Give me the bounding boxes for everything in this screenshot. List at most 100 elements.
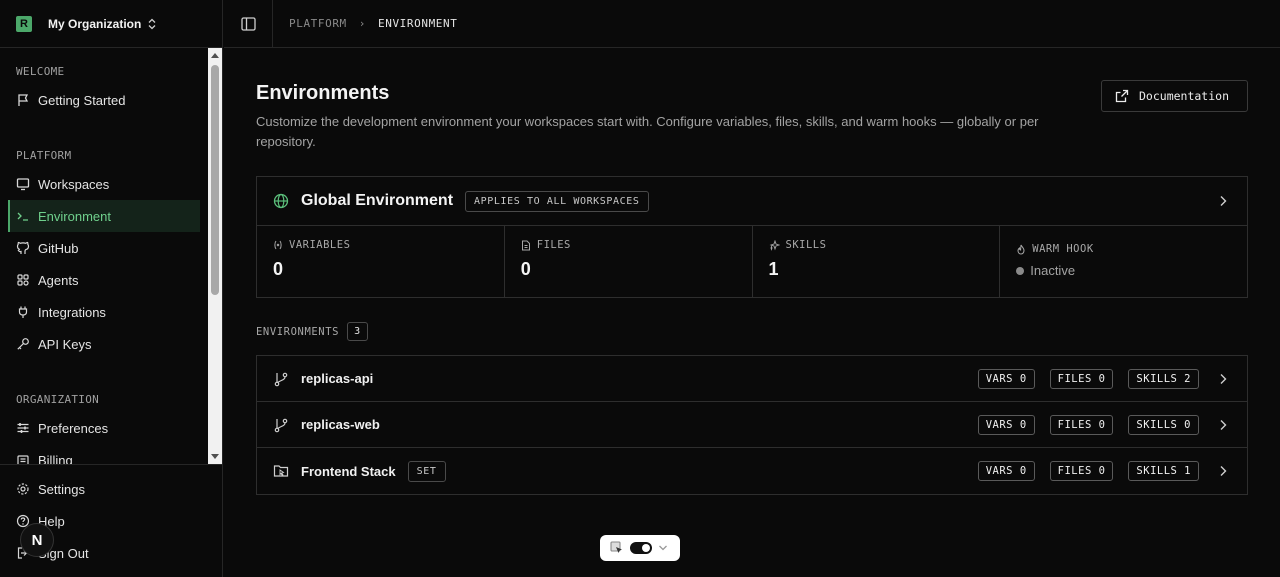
gear-icon xyxy=(17,483,29,495)
environments-list: replicas-api VARS 0 FILES 0 SKILLS 2 rep… xyxy=(256,355,1248,495)
org-logo: R xyxy=(16,15,32,32)
vars-badge: VARS 0 xyxy=(977,414,1035,435)
stat-label-text: VARIABLES xyxy=(289,239,351,251)
status-dot-icon xyxy=(1016,266,1025,275)
files-badge: FILES 0 xyxy=(1049,414,1114,435)
sidebar-item-label: Environment xyxy=(38,208,111,224)
skills-badge: SKILLS 0 xyxy=(1128,414,1199,435)
sidebar-item-label: Getting Started xyxy=(38,92,126,108)
stat-value-skills: 1 xyxy=(768,259,779,279)
sidebar-item-billing[interactable]: Billing xyxy=(8,444,200,464)
sidebar-item-label: Billing xyxy=(38,452,73,465)
stat-label-text: SKILLS xyxy=(785,239,827,251)
terminal-icon xyxy=(17,212,28,221)
plug-icon xyxy=(18,306,28,318)
environment-row[interactable]: replicas-api VARS 0 FILES 0 SKILLS 2 xyxy=(257,356,1247,402)
sidebar-toggle-button[interactable] xyxy=(224,0,273,48)
chevron-right-icon[interactable] xyxy=(1219,195,1227,207)
page-title: Environments xyxy=(256,82,390,104)
stat-label-text: WARM HOOK xyxy=(1032,243,1094,255)
sidebar-scrollbar[interactable] xyxy=(208,48,222,464)
environment-name: replicas-api xyxy=(301,371,374,386)
scrollbar-thumb[interactable] xyxy=(211,65,219,295)
github-icon xyxy=(16,241,30,254)
flame-icon xyxy=(1017,244,1025,255)
stat-label-warm-hook: WARM HOOK xyxy=(1016,243,1231,255)
global-environment-title: Global Environment xyxy=(301,192,454,209)
skills-badge: SKILLS 2 xyxy=(1128,368,1199,389)
files-badge: FILES 0 xyxy=(1049,461,1114,481)
sidebar-item-label: Settings xyxy=(38,481,85,497)
applies-badge: APPLIES TO ALL WORKSPACES xyxy=(465,190,649,212)
sidebar-item-label: Agents xyxy=(38,272,79,288)
sidebar-item-label: API Keys xyxy=(38,336,92,352)
stat-skills: SKILLS 1 xyxy=(753,226,1001,297)
environments-label-text: ENVIRONMENTS xyxy=(256,325,340,338)
breadcrumb-parent[interactable]: PLATFORM xyxy=(289,17,347,30)
global-environment-header[interactable]: Global Environment APPLIES TO ALL WORKSP… xyxy=(257,177,1247,226)
sidebar-panel-icon xyxy=(240,16,256,31)
org-switcher[interactable]: R My Organization xyxy=(0,0,222,48)
sidebar-item-label: Preferences xyxy=(38,420,109,436)
section-label-platform: PLATFORM xyxy=(16,149,72,162)
breadcrumb: PLATFORM › ENVIRONMENT xyxy=(289,17,457,30)
skills-badge: SKILLS 1 xyxy=(1128,461,1199,481)
sidebar-item-workspaces[interactable]: Workspaces xyxy=(8,168,200,200)
sidebar-footer: Settings Help Sign Out xyxy=(0,464,222,577)
top-bar: PLATFORM › ENVIRONMENT xyxy=(224,0,1280,48)
toggle-switch[interactable] xyxy=(630,542,652,554)
chevron-up-down-icon xyxy=(148,18,156,29)
dev-tools-avatar[interactable]: N xyxy=(20,523,54,557)
section-label-welcome: WELCOME xyxy=(16,65,65,78)
sidebar-item-api-keys[interactable]: API Keys xyxy=(8,328,200,360)
sliders-icon xyxy=(17,423,29,433)
agents-icon xyxy=(17,274,29,286)
sidebar-item-label: Integrations xyxy=(38,304,106,320)
sidebar-item-getting-started[interactable]: Getting Started xyxy=(8,84,200,116)
sidebar-item-environment[interactable]: Environment xyxy=(8,200,200,232)
files-badge: FILES 0 xyxy=(1049,368,1114,389)
flag-icon xyxy=(18,94,29,106)
stat-value-files: 0 xyxy=(520,259,531,279)
monitor-icon xyxy=(16,178,30,191)
environment-row[interactable]: Frontend Stack SET VARS 0 FILES 0 SKILLS… xyxy=(257,448,1247,494)
environment-tags: VARS 0 FILES 0 SKILLS 2 xyxy=(977,368,1199,389)
environments-section-label: ENVIRONMENTS 3 xyxy=(256,322,368,341)
scroll-up-arrow-icon[interactable] xyxy=(211,53,219,58)
file-icon xyxy=(521,240,530,250)
billing-icon xyxy=(17,455,29,464)
scroll-down-arrow-icon[interactable] xyxy=(211,454,219,459)
sidebar-item-github[interactable]: GitHub xyxy=(8,232,200,264)
variable-icon xyxy=(274,240,282,250)
sidebar-item-preferences[interactable]: Preferences xyxy=(8,412,200,444)
environment-tags: VARS 0 FILES 0 SKILLS 0 xyxy=(977,414,1199,435)
floating-toolbar[interactable] xyxy=(600,535,680,561)
environment-name: Frontend Stack xyxy=(301,463,396,479)
chevron-down-icon[interactable] xyxy=(658,544,668,552)
global-stats: VARIABLES 0 FILES 0 SKILLS 1 WARM HOOK I… xyxy=(257,226,1247,297)
sidebar-item-label: Workspaces xyxy=(38,176,110,192)
environment-row[interactable]: replicas-web VARS 0 FILES 0 SKILLS 0 xyxy=(257,402,1247,448)
chevron-right-icon[interactable] xyxy=(1219,465,1227,477)
stat-label-variables: VARIABLES xyxy=(273,239,488,251)
breadcrumb-separator-icon: › xyxy=(358,17,367,30)
sidebar-item-agents[interactable]: Agents xyxy=(8,264,200,296)
vars-badge: VARS 0 xyxy=(977,461,1035,481)
environment-tags: VARS 0 FILES 0 SKILLS 1 xyxy=(977,461,1199,481)
chevron-right-icon[interactable] xyxy=(1219,419,1227,431)
git-branch-icon xyxy=(274,372,288,386)
warm-hook-status: Inactive xyxy=(1016,263,1231,278)
sidebar-item-label: GitHub xyxy=(38,240,79,256)
sidebar-item-integrations[interactable]: Integrations xyxy=(8,296,200,328)
chevron-right-icon[interactable] xyxy=(1219,373,1227,385)
vars-badge: VARS 0 xyxy=(977,368,1035,389)
sidebar-item-settings[interactable]: Settings xyxy=(8,473,200,505)
stat-label-text: FILES xyxy=(536,239,571,251)
global-environment-card[interactable]: Global Environment APPLIES TO ALL WORKSP… xyxy=(256,176,1248,298)
section-label-organization: ORGANIZATION xyxy=(16,393,100,406)
documentation-button[interactable]: Documentation xyxy=(1101,80,1248,112)
cursor-select-icon[interactable] xyxy=(610,541,624,555)
environment-name: replicas-web xyxy=(301,417,380,432)
sidebar-nav: WELCOME Getting Started PLATFORM Workspa… xyxy=(0,48,208,464)
git-branch-icon xyxy=(274,418,288,432)
